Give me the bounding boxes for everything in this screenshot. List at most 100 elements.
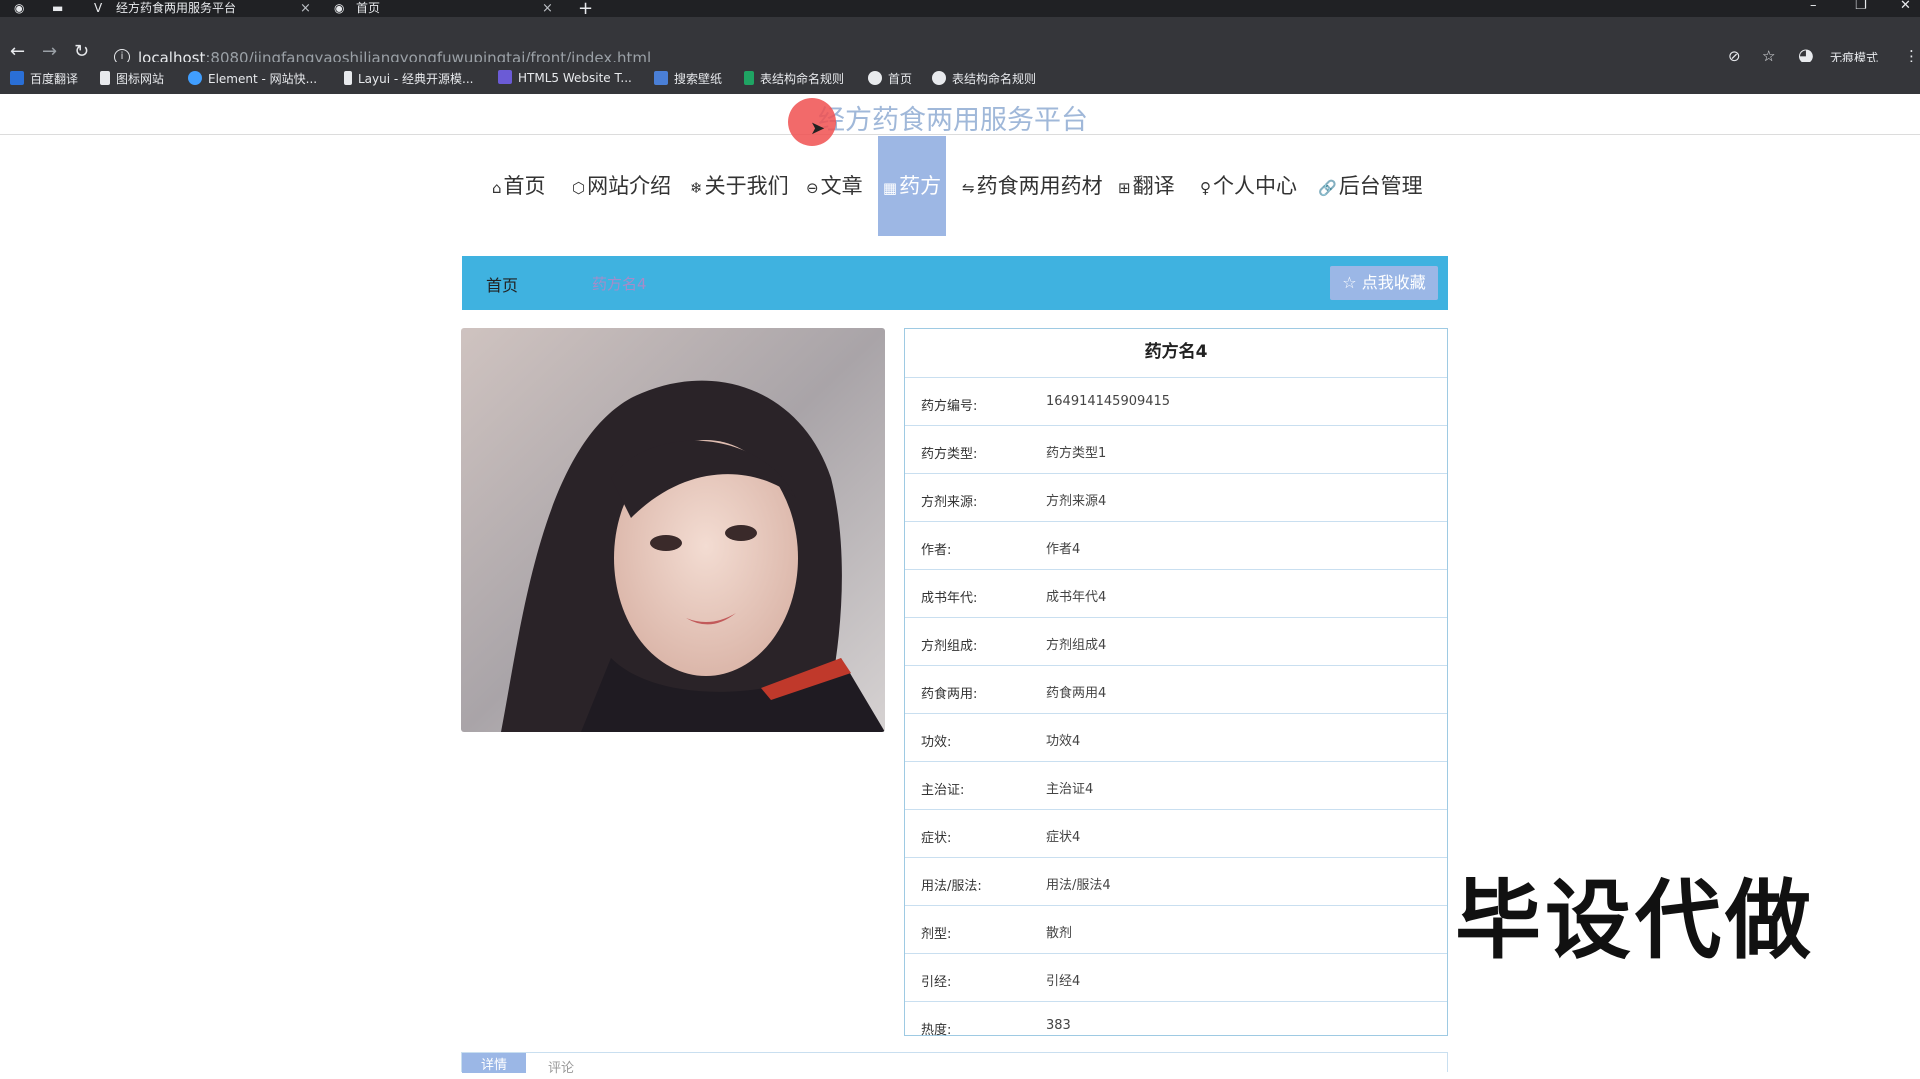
element-logo-icon bbox=[188, 71, 202, 85]
restore-icon[interactable]: ❐ bbox=[1855, 0, 1867, 13]
bookmark-item[interactable]: 表结构命名规则 bbox=[932, 70, 1036, 87]
nav-label: 后台管理 bbox=[1338, 174, 1423, 198]
breadcrumb-current: 药方名4 bbox=[592, 275, 647, 293]
tab-home[interactable]: 首页 bbox=[356, 0, 380, 17]
tab-search-icon[interactable]: ▬ bbox=[52, 0, 63, 17]
link-icon: 🔗 bbox=[1318, 179, 1337, 197]
bookmark-label: 表结构命名规则 bbox=[760, 72, 845, 86]
detail-row: 成书年代: 成书年代4 bbox=[905, 570, 1447, 618]
nav-item-profile[interactable]: ♀个人中心 bbox=[1200, 136, 1297, 236]
row-value: 药方类型1 bbox=[1046, 446, 1107, 461]
row-value: 作者4 bbox=[1046, 542, 1081, 557]
flag-icon bbox=[100, 71, 110, 85]
minimize-icon[interactable]: – bbox=[1810, 0, 1817, 13]
detail-row: 功效: 功效4 bbox=[905, 714, 1447, 762]
nav-item-home[interactable]: ⌂首页 bbox=[492, 136, 546, 236]
layui-logo-icon bbox=[344, 71, 352, 85]
breadcrumb: 首页 药方名4 ☆ 点我收藏 bbox=[462, 256, 1448, 310]
nav-item-articles[interactable]: ⊖文章 bbox=[806, 136, 863, 236]
page-content: 经方药食两用服务平台 ➤ ⌂首页 ⬡网站介绍 ❄关于我们 ⊖文章 ▦药方 ⇋药食… bbox=[0, 94, 1920, 1072]
globe-icon: ◉ bbox=[334, 1, 345, 15]
row-value: 用法/服法4 bbox=[1046, 878, 1111, 893]
row-value: 164914145909415 bbox=[1046, 394, 1171, 409]
sheet-icon bbox=[744, 71, 754, 85]
bookmark-item[interactable]: 图标网站 bbox=[100, 70, 164, 87]
bookmark-item[interactable]: HTML5 Website T... bbox=[498, 70, 632, 85]
detail-row: 症状: 症状4 bbox=[905, 810, 1447, 858]
detail-row: 热度: 383 bbox=[905, 1002, 1447, 1049]
nav-item-prescription[interactable]: ▦药方 bbox=[878, 136, 946, 236]
home-icon: ⌂ bbox=[492, 179, 502, 197]
bookmark-label: 图标网站 bbox=[116, 72, 165, 86]
main-nav: ⌂首页 ⬡网站介绍 ❄关于我们 ⊖文章 ▦药方 ⇋药食两用药材 ⊞翻译 ♀个人中… bbox=[0, 136, 1920, 236]
nav-item-admin[interactable]: 🔗后台管理 bbox=[1318, 136, 1423, 236]
nav-item-translate[interactable]: ⊞翻译 bbox=[1118, 136, 1175, 236]
detail-tabs: 详情 评论 bbox=[461, 1052, 1448, 1076]
bookmark-item[interactable]: 百度翻译 bbox=[10, 70, 78, 87]
tab-details[interactable]: 详情 bbox=[462, 1053, 526, 1073]
row-label: 药方编号: bbox=[921, 399, 978, 414]
row-label: 药方类型: bbox=[921, 447, 978, 462]
breadcrumb-home[interactable]: 首页 bbox=[486, 272, 518, 296]
article-icon: ⊖ bbox=[806, 179, 819, 197]
grid-icon: ▦ bbox=[882, 179, 898, 197]
back-arrow-icon[interactable]: ← bbox=[10, 41, 25, 62]
row-value: 症状4 bbox=[1046, 830, 1081, 845]
globe-icon bbox=[868, 71, 882, 85]
vue-logo-icon: V bbox=[94, 1, 103, 15]
bookmark-label: 首页 bbox=[888, 72, 913, 86]
detail-row: 方剂组成: 方剂组成4 bbox=[905, 618, 1447, 666]
snowflake-icon: ❄ bbox=[690, 179, 703, 197]
row-label: 方剂来源: bbox=[921, 495, 978, 510]
tab-close-icon[interactable]: × bbox=[300, 0, 311, 17]
tab-close-icon[interactable]: × bbox=[542, 0, 553, 17]
detail-title: 药方名4 bbox=[905, 329, 1447, 378]
detail-row: 药方类型: 药方类型1 bbox=[905, 426, 1447, 474]
row-value: 引经4 bbox=[1046, 974, 1081, 989]
row-label: 引经: bbox=[921, 975, 952, 990]
bookmark-item[interactable]: Layui - 经典开源模... bbox=[344, 70, 473, 87]
nav-item-about[interactable]: ❄关于我们 bbox=[690, 136, 789, 236]
detail-row: 剂型: 散剂 bbox=[905, 906, 1447, 954]
row-value: 散剂 bbox=[1046, 926, 1073, 941]
reload-icon[interactable]: ↻ bbox=[74, 41, 89, 62]
row-value: 383 bbox=[1046, 1018, 1071, 1033]
bookmarks-bar: 百度翻译 图标网站 Element - 网站快... Layui - 经典开源模… bbox=[0, 62, 1920, 94]
bookmark-item[interactable]: 搜索壁纸 bbox=[654, 70, 722, 87]
bookmark-label: Layui - 经典开源模... bbox=[358, 72, 474, 86]
close-window-icon[interactable]: ✕ bbox=[1900, 0, 1911, 13]
forward-arrow-icon[interactable]: → bbox=[42, 41, 57, 62]
bookmark-item[interactable]: Element - 网站快... bbox=[188, 70, 317, 87]
detail-row: 主治证: 主治证4 bbox=[905, 762, 1447, 810]
detail-row: 药食两用: 药食两用4 bbox=[905, 666, 1447, 714]
favorite-button[interactable]: ☆ 点我收藏 bbox=[1330, 266, 1438, 300]
row-label: 症状: bbox=[921, 831, 952, 846]
row-label: 热度: bbox=[921, 1023, 952, 1038]
row-value: 主治证4 bbox=[1046, 782, 1094, 797]
nav-item-herbs[interactable]: ⇋药食两用药材 bbox=[962, 136, 1103, 236]
portrait-photo bbox=[461, 328, 885, 732]
nav-label: 翻译 bbox=[1132, 174, 1175, 198]
detail-row: 用法/服法: 用法/服法4 bbox=[905, 858, 1447, 906]
html5-icon bbox=[498, 70, 512, 84]
site-title: 经方药食两用服务平台 bbox=[818, 105, 1088, 136]
nav-label: 药方 bbox=[899, 174, 942, 198]
bookmark-label: 搜索壁纸 bbox=[674, 72, 723, 86]
detail-row: 引经: 引经4 bbox=[905, 954, 1447, 1002]
row-label: 作者: bbox=[921, 543, 952, 558]
row-label: 方剂组成: bbox=[921, 639, 978, 654]
nav-item-intro[interactable]: ⬡网站介绍 bbox=[572, 136, 671, 236]
browser-tab-bar: ◉ ▬ V 经方药食两用服务平台 × ◉ 首页 × + – ❐ ✕ bbox=[0, 0, 1920, 19]
bookmark-label: Element - 网站快... bbox=[208, 72, 318, 86]
tab-platform[interactable]: 经方药食两用服务平台 bbox=[116, 0, 236, 17]
bookmark-item[interactable]: 表结构命名规则 bbox=[744, 70, 844, 87]
row-value: 方剂来源4 bbox=[1046, 494, 1107, 509]
row-label: 主治证: bbox=[921, 783, 965, 798]
detail-row: 方剂来源: 方剂来源4 bbox=[905, 474, 1447, 522]
globe-icon bbox=[932, 71, 946, 85]
bookmark-item[interactable]: 首页 bbox=[868, 70, 912, 87]
nav-label: 首页 bbox=[503, 174, 546, 198]
tab-comments[interactable]: 评论 bbox=[548, 1057, 574, 1076]
wallpaper-icon bbox=[654, 71, 668, 85]
watermark-text: 毕设代做 bbox=[1455, 871, 1815, 971]
